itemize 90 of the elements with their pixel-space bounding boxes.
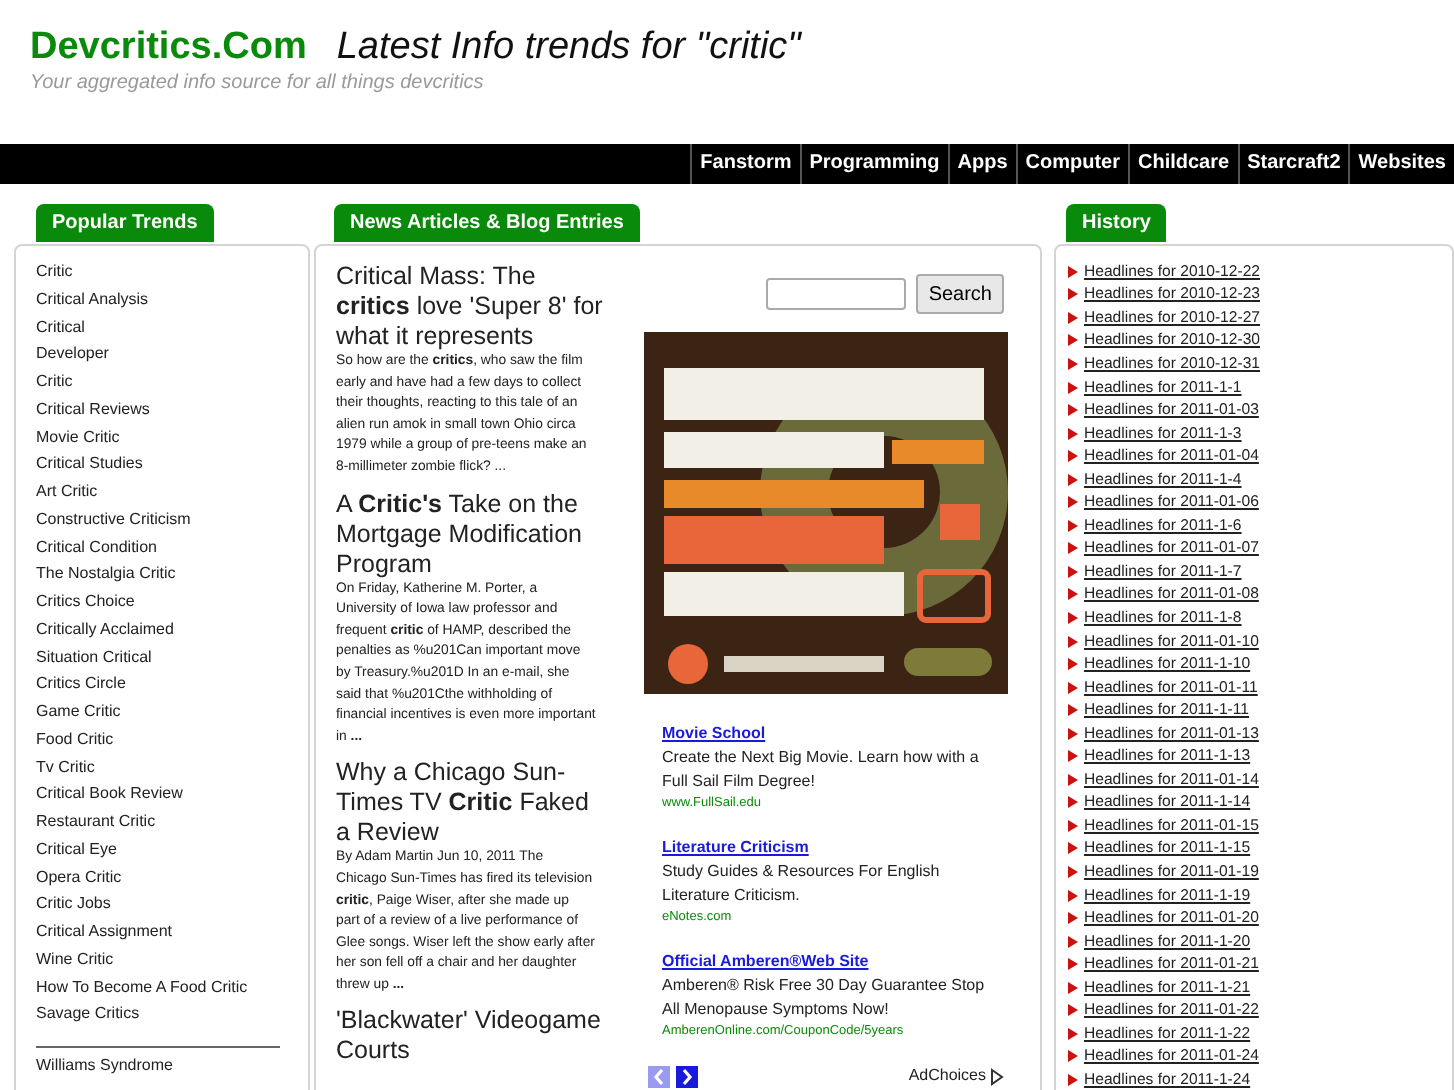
bullet-icon [1068, 311, 1078, 324]
trend-link[interactable]: Williams Syndrome [36, 1052, 173, 1080]
trend-link[interactable]: Critic Jobs [36, 890, 111, 918]
trend-link[interactable]: Food Critic [36, 725, 114, 753]
adchoices-link[interactable]: AdChoices [908, 1064, 986, 1088]
bullet-icon [1068, 1073, 1078, 1086]
bullet-icon [1068, 981, 1078, 994]
trend-link[interactable]: Critical Book Review [36, 780, 183, 808]
bullet-icon [1068, 773, 1078, 786]
ad-link[interactable]: Literature Criticism [662, 836, 809, 860]
nav-link[interactable]: Childcare [1127, 144, 1238, 184]
bullet-icon [1068, 288, 1078, 301]
trend-link[interactable]: Critic [36, 258, 73, 286]
article-title[interactable]: Critical Mass: The critics love 'Super 8' for what it represents [336, 262, 608, 352]
bullet-icon [1068, 681, 1078, 694]
bullet-icon [1068, 704, 1078, 717]
trend-link[interactable]: Game Critic [36, 698, 121, 726]
bullet-icon [1068, 635, 1078, 648]
trend-link[interactable]: Critically Acclaimed [36, 615, 174, 643]
trend-link[interactable]: Wine Critic [36, 945, 114, 973]
bullet-icon [1068, 865, 1078, 878]
article-title[interactable]: A Critic's Take on the Mortgage Modification Program [336, 489, 608, 580]
bullet-icon [1068, 473, 1078, 486]
trend-link[interactable]: Critical Condition [36, 533, 157, 561]
search-button[interactable]: Search [916, 274, 1004, 314]
ad-link[interactable]: Movie School [662, 722, 766, 746]
bullet-icon [1068, 796, 1078, 809]
ad-link[interactable]: Official Amberen®Web Site [662, 950, 869, 974]
adchoices-icon [990, 1067, 1004, 1085]
bullet-icon [1068, 658, 1078, 671]
bullet-icon [1068, 450, 1078, 463]
trend-link[interactable]: The Nostalgia Critic [36, 560, 176, 588]
trend-link[interactable]: Tv Critic [36, 753, 95, 781]
trend-link[interactable]: Critical Assignment [36, 918, 173, 946]
bullet-icon [1068, 334, 1078, 347]
bullet-icon [1068, 496, 1078, 509]
bullet-icon [1068, 404, 1078, 417]
bullet-icon [1068, 750, 1078, 763]
bullet-icon [1068, 381, 1078, 393]
trend-link[interactable]: Restaurant Critic [36, 808, 156, 836]
bullet-icon [1068, 427, 1078, 440]
ad-text: Study Guides & Resources For English Literature Criticism. [662, 860, 942, 908]
bullet-icon [1068, 542, 1078, 555]
bullet-icon [1068, 1004, 1078, 1017]
search-field[interactable] [766, 278, 907, 310]
nav-link[interactable]: Starcraft2 [1237, 144, 1349, 184]
trend-link[interactable]: Critics Choice [36, 588, 135, 616]
trend-link[interactable]: Critical Analysis [36, 285, 149, 313]
nav-link[interactable]: Websites [1348, 144, 1454, 184]
trend-link[interactable]: Critics Circle [36, 670, 126, 698]
article-title[interactable]: Why a Chicago Sun-Times TV Critic Faked a Review [336, 758, 608, 849]
bullet-icon [1068, 1050, 1078, 1063]
trend-link[interactable]: Critical Reviews [36, 395, 150, 423]
bullet-icon [1068, 519, 1078, 532]
trend-link[interactable]: Art Critic [36, 478, 98, 506]
trend-link[interactable]: How To Become A Food Critic [36, 973, 248, 1001]
nav-link[interactable]: Apps [947, 144, 1016, 184]
bullet-icon [1068, 565, 1078, 578]
nav-link[interactable]: Computer [1015, 144, 1128, 184]
trend-link[interactable]: Situation Critical [36, 643, 152, 671]
bullet-icon [1068, 935, 1078, 948]
trend-link[interactable]: Movie Critic [36, 423, 120, 451]
trend-link[interactable]: Constructive Criticism [36, 505, 191, 533]
bullet-icon [1068, 611, 1078, 624]
nav-link[interactable]: Programming [799, 144, 948, 184]
bullet-icon [1068, 842, 1078, 855]
article-title[interactable]: 'Blackwater' Videogame Courts [336, 1006, 608, 1067]
trend-link[interactable]: Critic [36, 368, 73, 396]
bullet-icon [1068, 357, 1078, 370]
nav-link[interactable]: Fanstorm [690, 144, 800, 184]
site-tagline: Your aggregated info source for all things devcritics [30, 72, 486, 96]
bullet-icon [1068, 265, 1078, 278]
trend-link[interactable]: Savage Critics [36, 1000, 140, 1028]
bullet-icon [1068, 727, 1078, 740]
bullet-icon [1068, 958, 1078, 971]
bullet-icon [1068, 819, 1078, 832]
trend-link[interactable]: Developer [36, 340, 109, 368]
trend-link[interactable]: Critical Studies [36, 450, 143, 478]
ad-text: Create the Next Big Movie. Learn how with a Full Sail Film Degree! [662, 746, 981, 794]
bullet-icon [1068, 588, 1078, 601]
bullet-icon [1068, 912, 1078, 925]
page-headline: Latest Info trends for "critic" [336, 24, 801, 72]
ad-text: Amberen® Risk Free 30 Day Guarantee Stop All Menopause Symptoms Now! [662, 974, 987, 1022]
trend-link[interactable]: Critical [36, 313, 85, 341]
site-logo[interactable]: Devcritics.Com [30, 24, 307, 72]
trend-link[interactable]: Opera Critic [36, 863, 122, 891]
next-ad-button[interactable] [676, 1065, 698, 1087]
trend-link[interactable]: Critical Eye [36, 835, 117, 863]
bullet-icon [1068, 889, 1078, 902]
bullet-icon [1068, 1027, 1078, 1040]
